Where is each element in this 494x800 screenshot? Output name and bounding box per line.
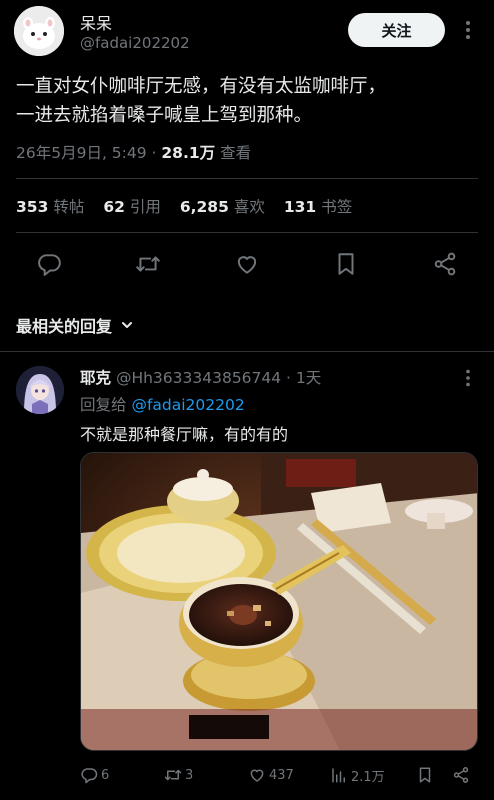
reply-bookmark-action[interactable] xyxy=(416,764,437,786)
reply-to-line: 回复给 @fadai202202 xyxy=(80,393,245,415)
divider xyxy=(16,232,478,233)
reply-action-bar: 6 3 437 2.1万 xyxy=(80,764,478,786)
reply-views-count: 2.1万 xyxy=(351,769,385,785)
reply-reply-action[interactable]: 6 xyxy=(80,764,109,786)
repost-icon xyxy=(164,766,182,784)
author-name[interactable]: 呆呆 xyxy=(80,10,112,34)
reply-author-handle[interactable]: @Hh3633343856744 · 1天 xyxy=(116,369,321,387)
divider xyxy=(16,178,478,179)
reply-text: 不就是那种餐厅嘛，有的有的 xyxy=(80,425,289,444)
bookmark-icon xyxy=(416,766,434,784)
divider xyxy=(0,351,494,352)
reply-icon[interactable] xyxy=(36,251,62,277)
bookmark-icon[interactable] xyxy=(333,251,359,277)
like-icon xyxy=(248,766,266,784)
post-view-count: 28.1万 xyxy=(161,144,216,162)
stat-likes[interactable]: 6,285 喜欢 xyxy=(180,195,265,217)
post-timestamp[interactable]: 26年5月9日, 5:49 · xyxy=(16,144,161,162)
post-meta: 26年5月9日, 5:49 · 28.1万 查看 xyxy=(16,141,251,163)
post-view-label: 查看 xyxy=(215,144,252,162)
reply-views-action[interactable]: 2.1万 xyxy=(330,764,385,786)
reply-reposts-count: 3 xyxy=(185,767,194,783)
repost-icon[interactable] xyxy=(135,251,161,277)
more-dots-icon[interactable] xyxy=(458,18,478,42)
post-action-bar xyxy=(36,251,466,277)
chevron-down-icon xyxy=(120,318,134,332)
reply-avatar[interactable] xyxy=(16,366,64,414)
reply-header: 耶克 @Hh3633343856744 · 1天 xyxy=(80,366,321,388)
post-text: 一直对女仆咖啡厅无感，有没有太监咖啡厅， 一进去就掐着嗓子喊皇上驾到那种。 xyxy=(16,72,482,130)
stat-reposts[interactable]: 353 转帖 xyxy=(16,195,84,217)
reply-repost-action[interactable]: 3 xyxy=(164,764,193,786)
stat-bookmarks[interactable]: 131 书签 xyxy=(284,195,352,217)
more-dots-icon[interactable] xyxy=(458,368,478,388)
post-header: 呆呆 @fadai202202 关注 xyxy=(14,6,480,56)
reply-photo[interactable] xyxy=(80,452,478,751)
post-text-line: 一直对女仆咖啡厅无感，有没有太监咖啡厅， xyxy=(16,76,387,97)
share-icon[interactable] xyxy=(432,251,458,277)
reply-replies-count: 6 xyxy=(101,767,110,783)
reply-sort-selector[interactable]: 最相关的回复 xyxy=(16,313,134,337)
follow-button[interactable]: 关注 xyxy=(348,13,445,47)
reply-likes-count: 437 xyxy=(269,767,294,783)
stat-quotes[interactable]: 62 引用 xyxy=(103,195,161,217)
post-text-line: 一进去就掐着嗓子喊皇上驾到那种。 xyxy=(16,105,313,126)
reply-icon xyxy=(80,766,98,784)
sort-label: 最相关的回复 xyxy=(16,317,113,336)
reply-to-prefix: 回复给 xyxy=(80,396,132,414)
share-icon xyxy=(452,766,470,784)
author-handle[interactable]: @fadai202202 xyxy=(80,34,190,52)
like-icon[interactable] xyxy=(234,251,260,277)
engagement-stats: 353 转帖 62 引用 6,285 喜欢 131 书签 xyxy=(16,195,366,217)
reply-share-action[interactable] xyxy=(452,764,473,786)
reply-like-action[interactable]: 437 xyxy=(248,764,294,786)
author-avatar[interactable] xyxy=(14,6,64,56)
reply-author-name[interactable]: 耶克 xyxy=(80,369,111,387)
reply-to-handle-link[interactable]: @fadai202202 xyxy=(131,396,244,414)
views-icon xyxy=(330,766,348,784)
